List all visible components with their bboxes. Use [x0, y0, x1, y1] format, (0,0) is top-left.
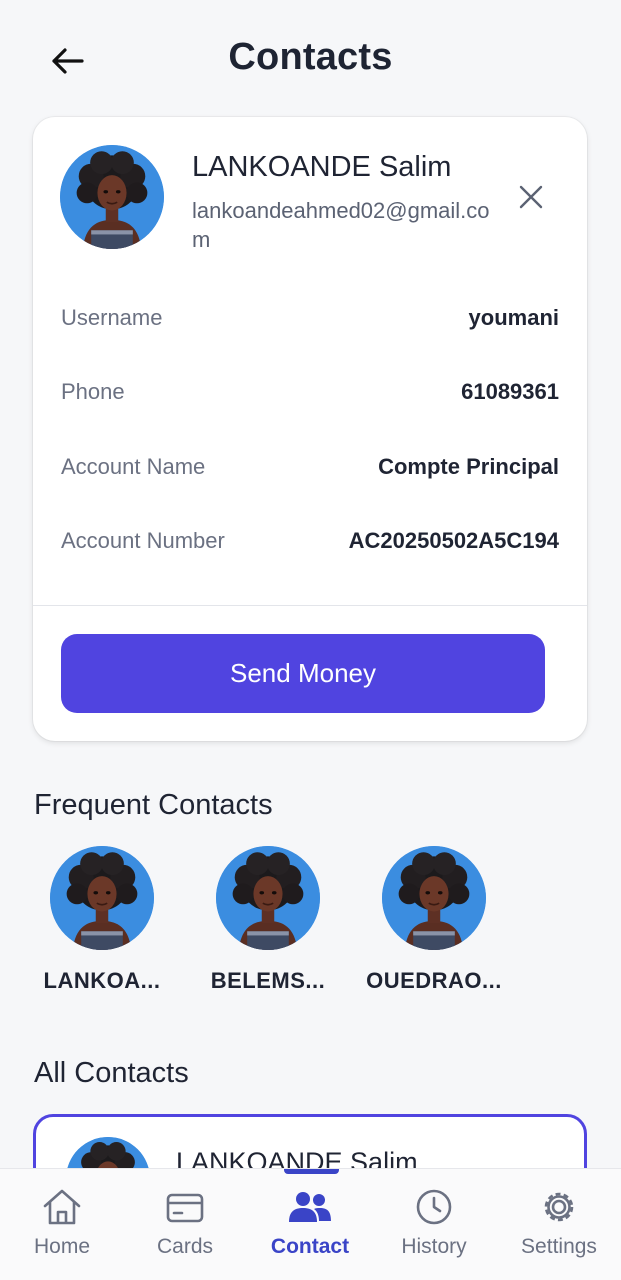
frequent-contact-item[interactable]: BELEMS...	[200, 846, 336, 994]
info-value: AC20250502A5C194	[348, 528, 559, 553]
avatar	[216, 846, 320, 950]
info-value: Compte Principal	[378, 454, 559, 479]
frequent-contacts-title: Frequent Contacts	[34, 789, 273, 821]
info-label: Account Name	[61, 454, 206, 479]
contact-detail-card: LANKOANDE Salim lankoandeahmed02@gmail.c…	[33, 117, 587, 741]
tab-settings[interactable]: Settings	[497, 1169, 621, 1280]
info-row-account-name: Account Name Compte Principal	[61, 447, 559, 487]
frequent-contact-name: OUEDRAO...	[366, 968, 502, 993]
info-value: youmani	[468, 305, 559, 330]
tab-contact[interactable]: Contact	[248, 1169, 372, 1280]
contact-email: lankoandeahmed02@gmail.com	[192, 198, 490, 252]
clock-icon	[416, 1189, 452, 1225]
tab-cards[interactable]: Cards	[123, 1169, 247, 1280]
close-button[interactable]	[513, 179, 549, 215]
app-header: Contacts	[0, 0, 621, 118]
frequent-contact-name: LANKOA...	[43, 968, 161, 993]
tab-label: Contact	[270, 1235, 350, 1258]
tab-label: History	[401, 1235, 467, 1258]
info-value: 61089361	[461, 379, 559, 404]
frequent-contact-item[interactable]: LANKOA...	[34, 846, 170, 994]
gear-icon	[544, 1192, 574, 1222]
tab-label: Cards	[156, 1235, 214, 1258]
info-label: Account Number	[61, 528, 225, 553]
frequent-contact-name: BELEMS...	[210, 968, 326, 993]
info-row-account-number: Account Number AC20250502A5C194	[61, 521, 559, 561]
avatar	[50, 846, 154, 950]
contact-name: LANKOANDE Salim	[192, 151, 452, 183]
card-icon	[166, 1193, 204, 1223]
send-money-button[interactable]: Send Money	[61, 634, 545, 713]
all-contacts-title: All Contacts	[34, 1057, 189, 1089]
tab-label: Home	[33, 1235, 91, 1258]
close-icon	[519, 185, 543, 209]
avatar	[382, 846, 486, 950]
users-icon	[289, 1192, 331, 1222]
bottom-tab-bar: Home Cards Contact History Settings	[0, 1168, 621, 1280]
info-label: Username	[61, 305, 163, 330]
info-row-phone: Phone 61089361	[61, 372, 559, 412]
avatar	[60, 145, 164, 249]
info-label: Phone	[61, 379, 125, 404]
frequent-contact-item[interactable]: OUEDRAO...	[366, 846, 502, 994]
page-title: Contacts	[228, 36, 393, 78]
info-row-username: Username youmani	[61, 298, 559, 338]
home-icon	[43, 1189, 81, 1225]
tab-label: Settings	[521, 1235, 597, 1258]
tab-home[interactable]: Home	[0, 1169, 124, 1280]
divider	[33, 605, 587, 606]
tab-history[interactable]: History	[372, 1169, 496, 1280]
